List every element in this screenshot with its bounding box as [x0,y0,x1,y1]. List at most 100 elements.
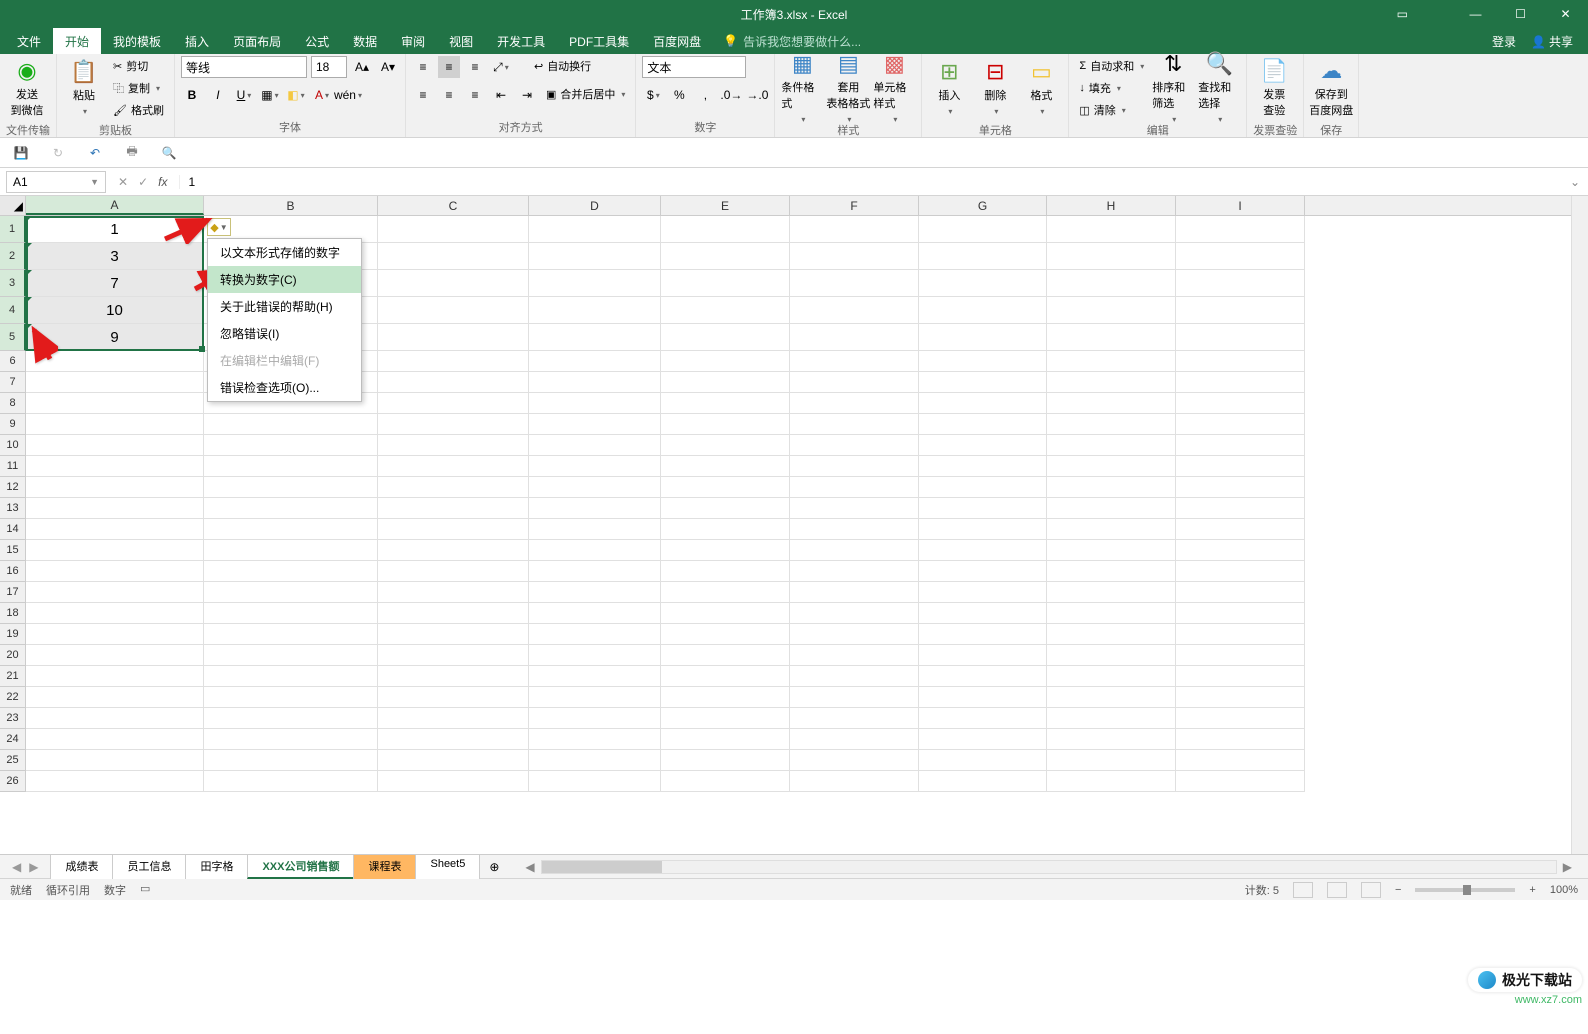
cell[interactable] [661,414,790,435]
cell[interactable] [204,435,378,456]
cell[interactable] [204,456,378,477]
cell[interactable] [378,243,529,270]
cell[interactable] [790,540,919,561]
row-header[interactable]: 12 [0,477,26,498]
cell[interactable] [26,393,204,414]
zoom-out-button[interactable]: − [1395,884,1401,896]
cell[interactable] [26,582,204,603]
orientation-button[interactable]: ⤢ [490,56,512,78]
cell[interactable] [378,216,529,243]
cell[interactable] [1176,435,1305,456]
align-right-button[interactable]: ≡ [464,84,486,106]
cell[interactable] [529,351,661,372]
row-header[interactable]: 2 [0,243,26,270]
cell[interactable] [1176,216,1305,243]
cell[interactable] [1176,414,1305,435]
cell[interactable] [661,729,790,750]
cell[interactable] [661,351,790,372]
cell[interactable] [919,771,1047,792]
sheet-nav-prev[interactable]: ◀ [12,860,21,874]
row-header[interactable]: 23 [0,708,26,729]
percent-button[interactable]: % [668,84,690,106]
cell[interactable] [1047,603,1176,624]
menu-convert-to-number[interactable]: 转换为数字(C) [208,266,361,293]
cell[interactable] [1176,498,1305,519]
tab-file[interactable]: 文件 [5,28,53,54]
cell[interactable] [204,666,378,687]
cell[interactable] [1047,540,1176,561]
cell[interactable] [1047,645,1176,666]
cell[interactable] [790,297,919,324]
cell[interactable] [661,582,790,603]
cell[interactable] [529,372,661,393]
tab-developer[interactable]: 开发工具 [485,28,557,54]
cell[interactable] [529,456,661,477]
cell[interactable] [919,561,1047,582]
number-format-combo[interactable] [642,56,746,78]
autosum-button[interactable]: Σ自动求和 [1075,56,1148,76]
menu-error-check-options[interactable]: 错误检查选项(O)... [208,374,361,401]
cell[interactable] [204,708,378,729]
cell[interactable] [1176,687,1305,708]
cell[interactable] [378,624,529,645]
cell[interactable] [1047,687,1176,708]
cell[interactable] [790,771,919,792]
cell[interactable] [26,666,204,687]
cell[interactable] [919,498,1047,519]
cell[interactable] [919,477,1047,498]
align-center-button[interactable]: ≡ [438,84,460,106]
cell[interactable] [661,216,790,243]
cell[interactable] [919,372,1047,393]
cell[interactable] [529,435,661,456]
format-as-table-button[interactable]: ▤套用 表格格式 [827,56,869,120]
cell[interactable] [378,666,529,687]
cell[interactable]: 10 [26,297,204,324]
view-page-break-button[interactable] [1361,882,1381,898]
column-header[interactable]: B [204,196,378,215]
tab-formulas[interactable]: 公式 [293,28,341,54]
column-header[interactable]: E [661,196,790,215]
invoice-check-button[interactable]: 📄发票 查验 [1253,56,1295,120]
cell[interactable] [378,645,529,666]
cell[interactable] [378,708,529,729]
cell[interactable] [661,498,790,519]
column-header[interactable]: D [529,196,661,215]
scroll-left-button[interactable]: ◀ [519,860,540,874]
minimize-button[interactable]: — [1453,0,1498,28]
row-header[interactable]: 3 [0,270,26,297]
cell[interactable] [1047,393,1176,414]
row-header[interactable]: 7 [0,372,26,393]
cell[interactable] [790,708,919,729]
cell[interactable] [661,540,790,561]
cell[interactable] [26,708,204,729]
cell[interactable] [529,270,661,297]
cell[interactable] [661,435,790,456]
cell[interactable] [529,540,661,561]
cell[interactable] [204,750,378,771]
cell[interactable] [790,624,919,645]
cell[interactable] [1047,708,1176,729]
cell[interactable] [790,216,919,243]
tab-page-layout[interactable]: 页面布局 [221,28,293,54]
cell[interactable] [1176,243,1305,270]
sheet-tab[interactable]: 成绩表 [50,854,113,879]
row-header[interactable]: 10 [0,435,26,456]
italic-button[interactable]: I [207,84,229,106]
cell[interactable] [790,729,919,750]
cell[interactable] [919,456,1047,477]
cell[interactable] [1047,624,1176,645]
row-header[interactable]: 26 [0,771,26,792]
fx-button[interactable]: fx [158,175,167,189]
cell[interactable] [919,393,1047,414]
cell[interactable] [529,519,661,540]
increase-font-button[interactable]: A▴ [351,56,373,78]
cell[interactable] [529,561,661,582]
accounting-format-button[interactable]: $ [642,84,664,106]
bold-button[interactable]: B [181,84,203,106]
tab-data[interactable]: 数据 [341,28,389,54]
cell[interactable] [661,477,790,498]
cell[interactable] [1047,216,1176,243]
cancel-formula-button[interactable]: ✕ [118,175,128,189]
align-top-button[interactable]: ≡ [412,56,434,78]
align-middle-button[interactable]: ≡ [438,56,460,78]
